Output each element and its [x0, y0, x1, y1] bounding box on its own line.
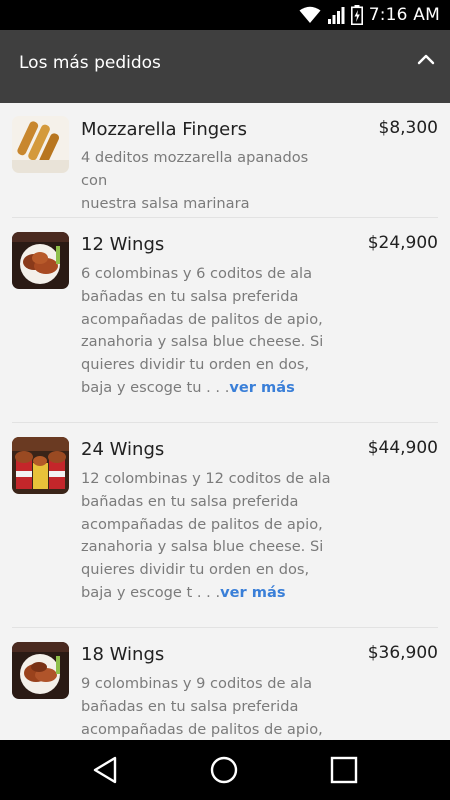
status-icons: 7:16 AM — [299, 3, 440, 27]
item-name: 12 Wings — [81, 234, 165, 255]
item-description: 4 deditos mozzarella apanados con nuestr… — [81, 149, 309, 212]
item-price: $8,300 — [378, 118, 438, 138]
item-price: $36,900 — [367, 643, 438, 663]
home-icon[interactable] — [207, 753, 241, 787]
product-list: Mozzarella Fingers $8,300 4 deditos mozz… — [0, 103, 450, 740]
item-name: 18 Wings — [81, 644, 165, 665]
wifi-icon — [299, 6, 321, 23]
navigation-bar — [0, 740, 450, 800]
recents-icon[interactable] — [327, 753, 361, 787]
status-bar: 7:16 AM — [0, 0, 450, 30]
see-more-link[interactable]: ver más — [229, 379, 294, 396]
chevron-up-icon[interactable] — [414, 48, 438, 72]
divider — [12, 422, 438, 423]
item-description: 6 colombinas y 6 coditos de ala bañadas … — [81, 265, 324, 396]
item-description: 9 colombinas y 9 coditos de ala bañadas … — [81, 675, 323, 738]
divider — [12, 217, 438, 218]
divider — [12, 627, 438, 628]
item-name: Mozzarella Fingers — [81, 119, 248, 140]
item-price: $44,900 — [367, 438, 438, 458]
item-price: $24,900 — [367, 233, 438, 253]
item-thumbnail — [12, 116, 69, 173]
item-thumbnail — [12, 232, 69, 289]
battery-charging-icon — [350, 5, 363, 25]
status-time: 7:16 AM — [368, 5, 440, 25]
item-name: 24 Wings — [81, 439, 165, 460]
item-thumbnail — [12, 437, 69, 494]
item-thumbnail — [12, 642, 69, 699]
cell-signal-icon — [327, 7, 345, 24]
section-header[interactable]: Los más pedidos — [0, 30, 450, 103]
section-title: Los más pedidos — [19, 53, 161, 73]
item-description: 12 colombinas y 12 coditos de ala bañada… — [81, 470, 331, 601]
back-icon[interactable] — [89, 753, 123, 787]
see-more-link[interactable]: ver más — [220, 584, 285, 601]
